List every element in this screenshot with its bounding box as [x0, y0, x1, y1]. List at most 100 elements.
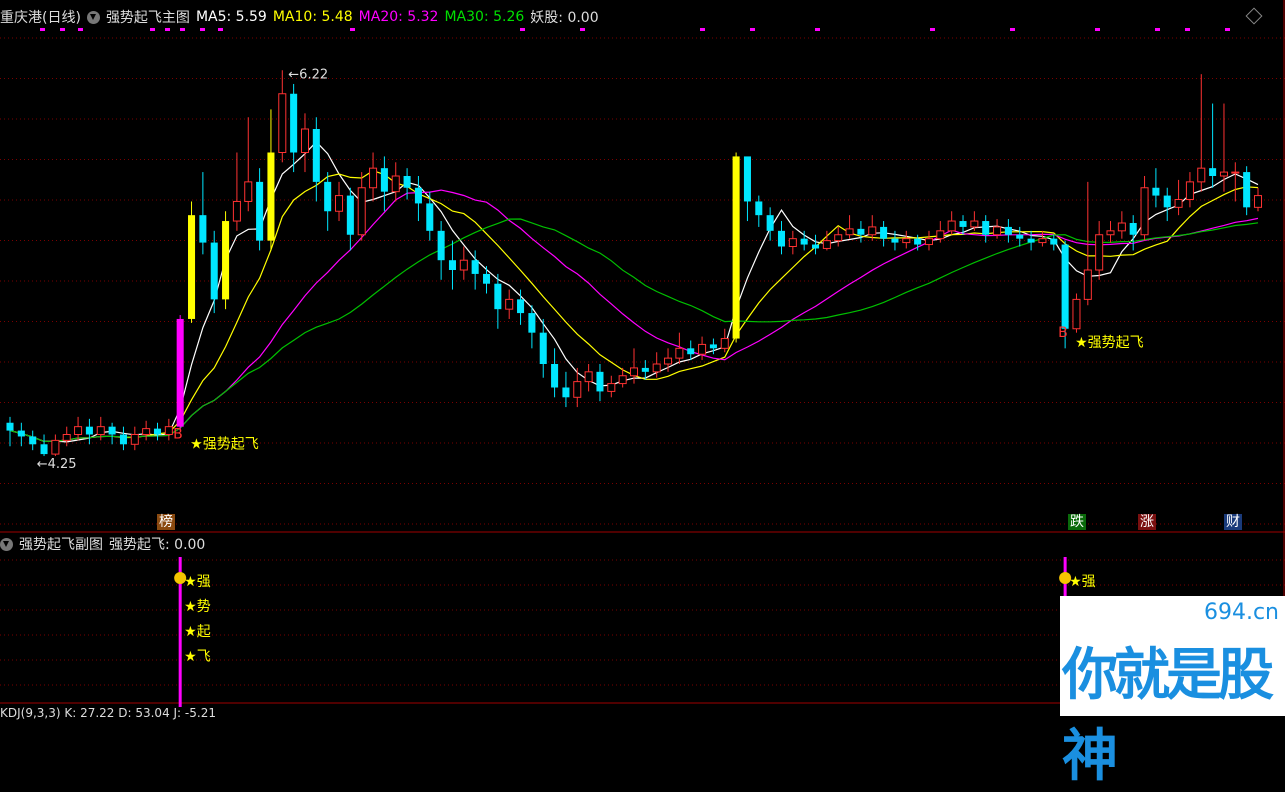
sub-indicator-dropdown-icon[interactable] — [0, 537, 13, 551]
candle-body — [607, 383, 616, 392]
candle-body — [1117, 222, 1126, 232]
candle-body — [812, 244, 820, 249]
bang-badge[interactable]: 榜 — [157, 514, 175, 530]
marker-dot — [78, 28, 83, 31]
sub-indicator-name[interactable]: 强势起飞副图 — [19, 534, 103, 554]
watermark-slogan: 你就是股神 — [1062, 643, 1274, 789]
candle-body — [936, 230, 945, 240]
low-price-label: ←4.25 — [37, 457, 77, 472]
candle-body — [1016, 234, 1024, 239]
candle-body — [210, 242, 218, 300]
candle-body — [641, 367, 649, 372]
candle-body — [300, 128, 309, 153]
candle-body — [414, 187, 422, 204]
candle-body — [119, 434, 127, 445]
candle-body — [788, 238, 797, 248]
candle-body — [551, 364, 559, 388]
candle-body — [517, 299, 525, 314]
candle-body — [857, 228, 865, 235]
candle-body — [1106, 230, 1115, 236]
marker-dot — [165, 28, 170, 31]
candle-body — [1185, 181, 1194, 200]
candle-body — [51, 439, 60, 455]
candle-body — [845, 228, 854, 236]
candle-body — [777, 230, 786, 247]
candle-body — [709, 344, 717, 349]
candle-body — [188, 215, 196, 319]
candle-body — [1140, 187, 1149, 236]
ma10-line — [9, 170, 1259, 443]
marker-dot — [60, 28, 65, 31]
candle-body — [720, 338, 729, 349]
candle-body — [290, 93, 298, 153]
candle-body — [1129, 223, 1137, 235]
cai-badge[interactable]: 财 — [1224, 514, 1242, 530]
candle-body — [278, 93, 287, 153]
zhang-badge[interactable]: 涨 — [1138, 514, 1156, 530]
candle-body — [1004, 226, 1012, 235]
candle-body — [471, 260, 479, 274]
ma20-line — [9, 189, 1259, 443]
candle-body — [834, 234, 843, 242]
marker-dot — [40, 28, 45, 31]
high-price-label: ←6.22 — [288, 67, 328, 82]
candle-body — [85, 426, 93, 435]
candle-body — [652, 363, 661, 373]
candle-body — [1253, 195, 1263, 208]
buy-mark: B — [173, 427, 183, 443]
candle-body — [40, 444, 48, 455]
indicator-dropdown-icon[interactable] — [86, 10, 100, 24]
main-indicator-name[interactable]: 强势起飞主图 — [106, 7, 190, 27]
candle-body — [891, 238, 899, 243]
marker-dot — [350, 28, 355, 31]
candle-body — [868, 226, 877, 236]
candle-body — [675, 347, 684, 359]
candle-body — [426, 203, 434, 231]
candle-body — [244, 181, 253, 202]
marker-dot — [1185, 28, 1190, 31]
candle-body — [482, 273, 491, 284]
candle-body — [312, 129, 320, 182]
candle-body — [96, 426, 105, 435]
candle-body — [448, 260, 456, 270]
candle-body — [664, 357, 673, 365]
candle-body — [993, 226, 1002, 236]
candle-body — [1027, 238, 1035, 243]
candle-body — [562, 387, 570, 398]
stock-title[interactable]: 重庆港(日线) — [0, 7, 81, 27]
candle-body — [618, 375, 627, 385]
candle-body — [199, 215, 207, 243]
candle-body — [822, 240, 831, 249]
marker-dot — [700, 28, 705, 31]
candle-body — [459, 259, 468, 271]
ma20-label: MA20: 5.32 — [358, 9, 439, 25]
candle-body — [1219, 171, 1228, 177]
candle-body — [982, 221, 990, 235]
sub-header: 强势起飞副图 强势起飞: 0.00 — [0, 534, 211, 554]
candle-body — [324, 181, 332, 212]
candle-body — [176, 318, 184, 427]
buy-mark: B — [1058, 325, 1068, 341]
candle-body — [743, 156, 751, 202]
candle-body — [1152, 187, 1160, 196]
marker-dot — [218, 28, 223, 31]
candle-body — [1174, 199, 1183, 208]
ma5-label: MA5: 5.59 — [195, 9, 267, 25]
candle-body — [539, 332, 547, 364]
candle-body — [1061, 244, 1069, 329]
candle-body — [584, 371, 593, 383]
sub-signal-label: ★强 — [1069, 574, 1096, 590]
signal-label: ★强势起飞 — [1075, 335, 1144, 351]
candle-body — [256, 181, 264, 241]
sub-indicator-value: 强势起飞: 0.00 — [109, 537, 206, 553]
candle-body — [1163, 195, 1171, 208]
candle-body — [142, 428, 151, 435]
die-badge[interactable]: 跌 — [1068, 514, 1086, 530]
marker-dot — [580, 28, 585, 31]
sub-signal-label: ★起 — [184, 624, 211, 640]
ma5-line — [9, 141, 1259, 443]
watermark: 694.cn 你就是股神 — [1060, 596, 1285, 789]
candle-body — [130, 434, 139, 445]
candle-body — [573, 381, 582, 398]
marker-dot — [1010, 28, 1015, 31]
